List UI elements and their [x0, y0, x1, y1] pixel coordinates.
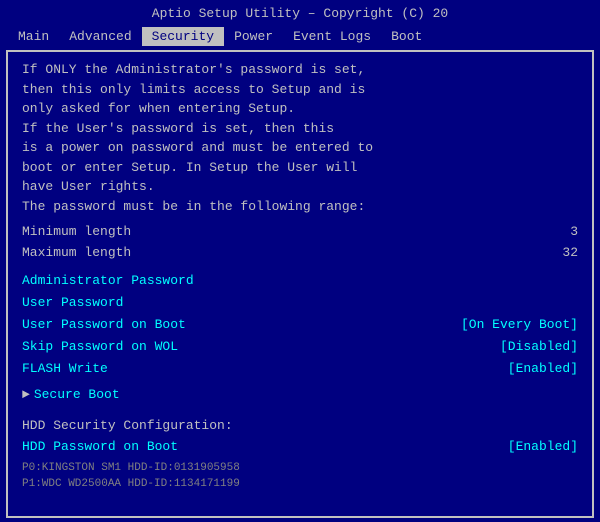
arrow-icon: ►	[22, 384, 30, 406]
description-line: only asked for when entering Setup.	[22, 99, 578, 119]
nav-item-advanced[interactable]: Advanced	[59, 27, 141, 46]
title-text: Aptio Setup Utility – Copyright (C) 20	[152, 6, 448, 21]
description-line: If the User's password is set, then this	[22, 119, 578, 139]
title-bar: Aptio Setup Utility – Copyright (C) 20	[0, 0, 600, 25]
hdd-password-label: HDD Password on Boot	[22, 439, 178, 454]
menu-item-label: User Password	[22, 292, 123, 314]
menu-item-row[interactable]: User Password on Boot [On Every Boot]	[22, 314, 578, 336]
submenu-label[interactable]: Secure Boot	[34, 384, 120, 406]
field-value: 3	[570, 222, 578, 243]
field-row: Maximum length 32	[22, 243, 578, 264]
menu-item-row[interactable]: FLASH Write [Enabled]	[22, 358, 578, 380]
bios-screen: Aptio Setup Utility – Copyright (C) 20 M…	[0, 0, 600, 522]
menu-items-block: Administrator PasswordUser PasswordUser …	[22, 270, 578, 380]
menu-item-value: [Enabled]	[508, 358, 578, 380]
field-label: Maximum length	[22, 243, 131, 264]
fields-block: Minimum length 3 Maximum length 32	[22, 222, 578, 264]
hdd-info-line: P1:WDC WD2500AA HDD-ID:1134171199	[22, 476, 578, 493]
description-line: If ONLY the Administrator's password is …	[22, 60, 578, 80]
field-label: Minimum length	[22, 222, 131, 243]
nav-item-security[interactable]: Security	[142, 27, 224, 46]
hdd-password-value: [Enabled]	[508, 439, 578, 454]
nav-item-boot[interactable]: Boot	[381, 27, 432, 46]
content-area: If ONLY the Administrator's password is …	[6, 50, 594, 518]
hdd-password-row[interactable]: HDD Password on Boot [Enabled]	[22, 439, 578, 454]
description-line: is a power on password and must be enter…	[22, 138, 578, 158]
hdd-section: HDD Security Configuration: HDD Password…	[22, 412, 578, 454]
hdd-info-line: P0:KINGSTON SM1 HDD-ID:0131905958	[22, 460, 578, 477]
menu-item-label: Skip Password on WOL	[22, 336, 178, 358]
menu-item-label: Administrator Password	[22, 270, 194, 292]
description-block: If ONLY the Administrator's password is …	[22, 60, 578, 216]
menu-item-label: FLASH Write	[22, 358, 108, 380]
menu-item-value: [Disabled]	[500, 336, 578, 358]
description-line: then this only limits access to Setup an…	[22, 80, 578, 100]
hdd-info-block: P0:KINGSTON SM1 HDD-ID:0131905958P1:WDC …	[22, 460, 578, 493]
description-line: have User rights.	[22, 177, 578, 197]
submenu-row[interactable]: ► Secure Boot	[22, 384, 578, 406]
menu-item-value: [On Every Boot]	[461, 314, 578, 336]
menu-item-row[interactable]: Administrator Password	[22, 270, 578, 292]
hdd-section-header: HDD Security Configuration:	[22, 416, 578, 437]
nav-bar: MainAdvancedSecurityPowerEvent LogsBoot	[0, 25, 600, 48]
field-value: 32	[562, 243, 578, 264]
description-line: The password must be in the following ra…	[22, 197, 578, 217]
nav-item-event-logs[interactable]: Event Logs	[283, 27, 381, 46]
menu-item-label: User Password on Boot	[22, 314, 186, 336]
nav-item-power[interactable]: Power	[224, 27, 283, 46]
field-row: Minimum length 3	[22, 222, 578, 243]
menu-item-row[interactable]: User Password	[22, 292, 578, 314]
description-line: boot or enter Setup. In Setup the User w…	[22, 158, 578, 178]
nav-item-main[interactable]: Main	[8, 27, 59, 46]
menu-item-row[interactable]: Skip Password on WOL [Disabled]	[22, 336, 578, 358]
